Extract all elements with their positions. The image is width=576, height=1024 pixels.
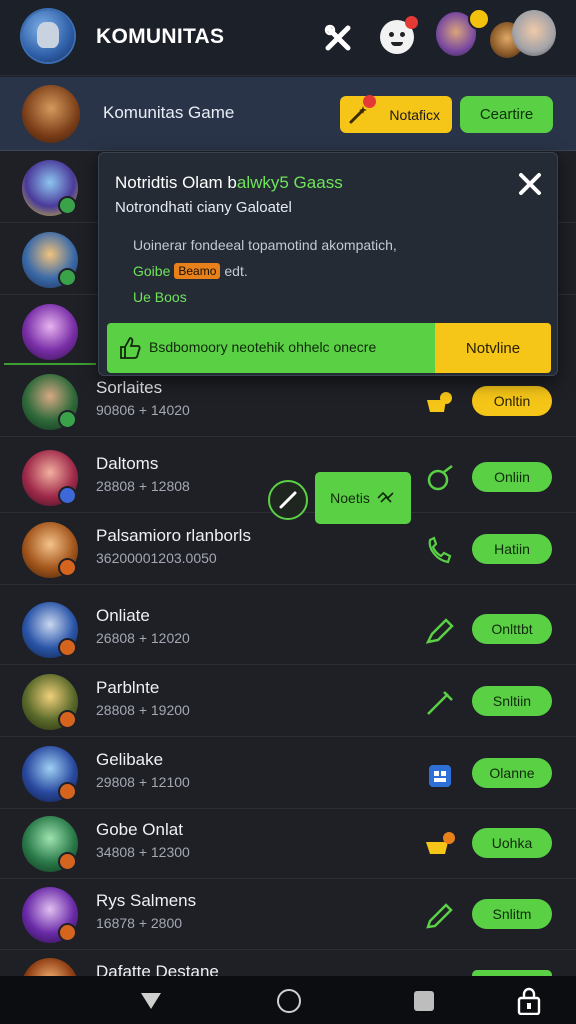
smiley-eye-icon	[400, 32, 405, 37]
pen-fab-button[interactable]	[268, 480, 308, 520]
notify-badge-icon	[363, 95, 376, 108]
smiley-mouth-icon	[391, 42, 403, 46]
chat-icon[interactable]	[424, 464, 456, 494]
popup-line: Goibe Beamo edt.	[133, 263, 248, 279]
triangle-back-icon[interactable]	[140, 992, 162, 1010]
member-name: Rys Salmens	[96, 891, 197, 910]
member-meta: 29808 + 12100	[96, 774, 190, 790]
popup-action-bar[interactable]: Bsdbomoory neotehik ohhelc onecre Notvli…	[107, 323, 551, 373]
platform-badge-icon	[58, 852, 77, 871]
member-name: Sorlaites	[96, 378, 163, 397]
online-badge-icon	[58, 196, 77, 215]
status-badge[interactable]: Olanne	[472, 758, 552, 788]
list-item[interactable]: Gelibake 29808 + 12100 Olanne	[0, 738, 576, 809]
popup-title: Notridtis Olam balwky5 Gaass	[115, 173, 343, 193]
status-badge[interactable]: Onliin	[472, 462, 552, 492]
popup-title-text: Notridtis Olam b	[115, 173, 237, 192]
handshake-icon	[377, 491, 394, 503]
popup-body: Uoinerar fondeeal topamotind akompatich,	[133, 237, 397, 253]
square-recents-icon[interactable]	[414, 991, 434, 1011]
list-item[interactable]: Onliate 26808 + 12020 Onlttbt	[0, 594, 576, 665]
pen-icon	[279, 491, 297, 509]
popup-link[interactable]: Ue Boos	[133, 289, 187, 305]
popup-link[interactable]: Goibe	[133, 263, 170, 279]
note-label: Noetis	[330, 490, 370, 506]
member-meta: 28808 + 12808	[96, 478, 190, 494]
notification-dot-icon	[405, 16, 418, 29]
status-badge[interactable]: Hatiin	[472, 534, 552, 564]
status-badge[interactable]: Onltin	[472, 386, 552, 416]
member-meta: 90806 + 14020	[96, 402, 190, 418]
status-badge[interactable]: Snltiin	[472, 686, 552, 716]
member-name: Onliate	[96, 606, 150, 625]
phone-icon[interactable]	[424, 536, 456, 566]
pen-icon[interactable]	[424, 901, 456, 931]
coin-badge-icon	[468, 8, 490, 30]
note-button[interactable]: Noetis	[315, 472, 411, 524]
notify-label: Notaficx	[389, 106, 440, 123]
app-logo-icon[interactable]	[22, 10, 74, 62]
status-badge[interactable]: Snlitm	[472, 899, 552, 929]
profile-avatar[interactable]	[512, 10, 556, 56]
list-item[interactable]: Sorlaites 90806 + 14020 Onltin	[0, 366, 576, 437]
notification-popup: Notridtis Olam balwky5 Gaass Notrondhati…	[98, 152, 558, 376]
member-name: Daltoms	[96, 454, 159, 473]
notify-button[interactable]: Notaficx	[340, 95, 452, 133]
top-bar: KOMUNITAS	[0, 0, 576, 76]
member-meta: 26808 + 12020	[96, 630, 190, 646]
popup-action-text: Bsdbomoory neotehik ohhelc onecre	[149, 339, 377, 355]
tools-icon[interactable]	[322, 22, 354, 54]
status-badge[interactable]: Uohka	[472, 828, 552, 858]
circle-home-icon[interactable]	[277, 989, 301, 1013]
member-name: Gobe Onlat	[96, 820, 183, 839]
member-meta: 16878 + 2800	[96, 915, 183, 931]
popup-action-button[interactable]: Notvline	[435, 323, 551, 373]
platform-badge-icon	[58, 558, 77, 577]
online-badge-icon	[58, 410, 77, 429]
link-icon[interactable]	[424, 688, 456, 718]
app-title: KOMUNITAS	[96, 25, 225, 48]
popup-tag: Beamo	[174, 263, 221, 279]
popup-subtitle: Notrondhati ciany Galoatel	[115, 199, 292, 216]
platform-badge-icon	[58, 638, 77, 657]
thumbs-up-icon	[120, 337, 141, 359]
member-avatar	[22, 304, 78, 360]
platform-badge-icon	[58, 486, 77, 505]
popup-title-highlight: alwky5 Gaass	[236, 173, 343, 192]
list-item[interactable]: Parblnte 28808 + 19200 Snltiin	[0, 666, 576, 737]
cart-icon[interactable]	[424, 830, 456, 860]
member-name: Parblnte	[96, 678, 160, 697]
community-avatar	[22, 85, 80, 143]
create-button[interactable]: Ceartire	[460, 96, 553, 133]
screen: KOMUNITAS Komunitas Game Notaficx Cearti…	[0, 0, 576, 1024]
member-meta: 34808 + 12300	[96, 844, 190, 860]
online-badge-icon	[58, 268, 77, 287]
list-item[interactable]: Gobe Onlat 34808 + 12300 Uohka	[0, 808, 576, 879]
member-name: Palsamioro rlanborls	[96, 526, 251, 545]
platform-badge-icon	[58, 782, 77, 801]
smiley-eye-icon	[389, 32, 394, 37]
platform-badge-icon	[58, 923, 77, 942]
list-item[interactable]: Rys Salmens 16878 + 2800 Snlitm	[0, 879, 576, 950]
smiley-icon[interactable]	[380, 16, 418, 54]
system-nav-bar	[0, 976, 576, 1024]
status-badge[interactable]: Onlttbt	[472, 614, 552, 644]
platform-badge-icon	[58, 710, 77, 729]
lock-icon[interactable]	[516, 987, 542, 1015]
edit-icon[interactable]	[424, 616, 456, 646]
popup-text: edt.	[224, 263, 248, 279]
cart-icon[interactable]	[424, 388, 456, 418]
member-name: Gelibake	[96, 750, 164, 769]
list-item[interactable]: Palsamioro rlanborls 36200001203.0050 Ha…	[0, 514, 576, 585]
member-meta: 28808 + 19200	[96, 702, 190, 718]
member-meta: 36200001203.0050	[96, 550, 217, 566]
calendar-icon[interactable]	[424, 760, 456, 790]
close-icon[interactable]	[513, 167, 547, 201]
divider	[4, 363, 96, 365]
community-title: Komunitas Game	[103, 103, 235, 122]
